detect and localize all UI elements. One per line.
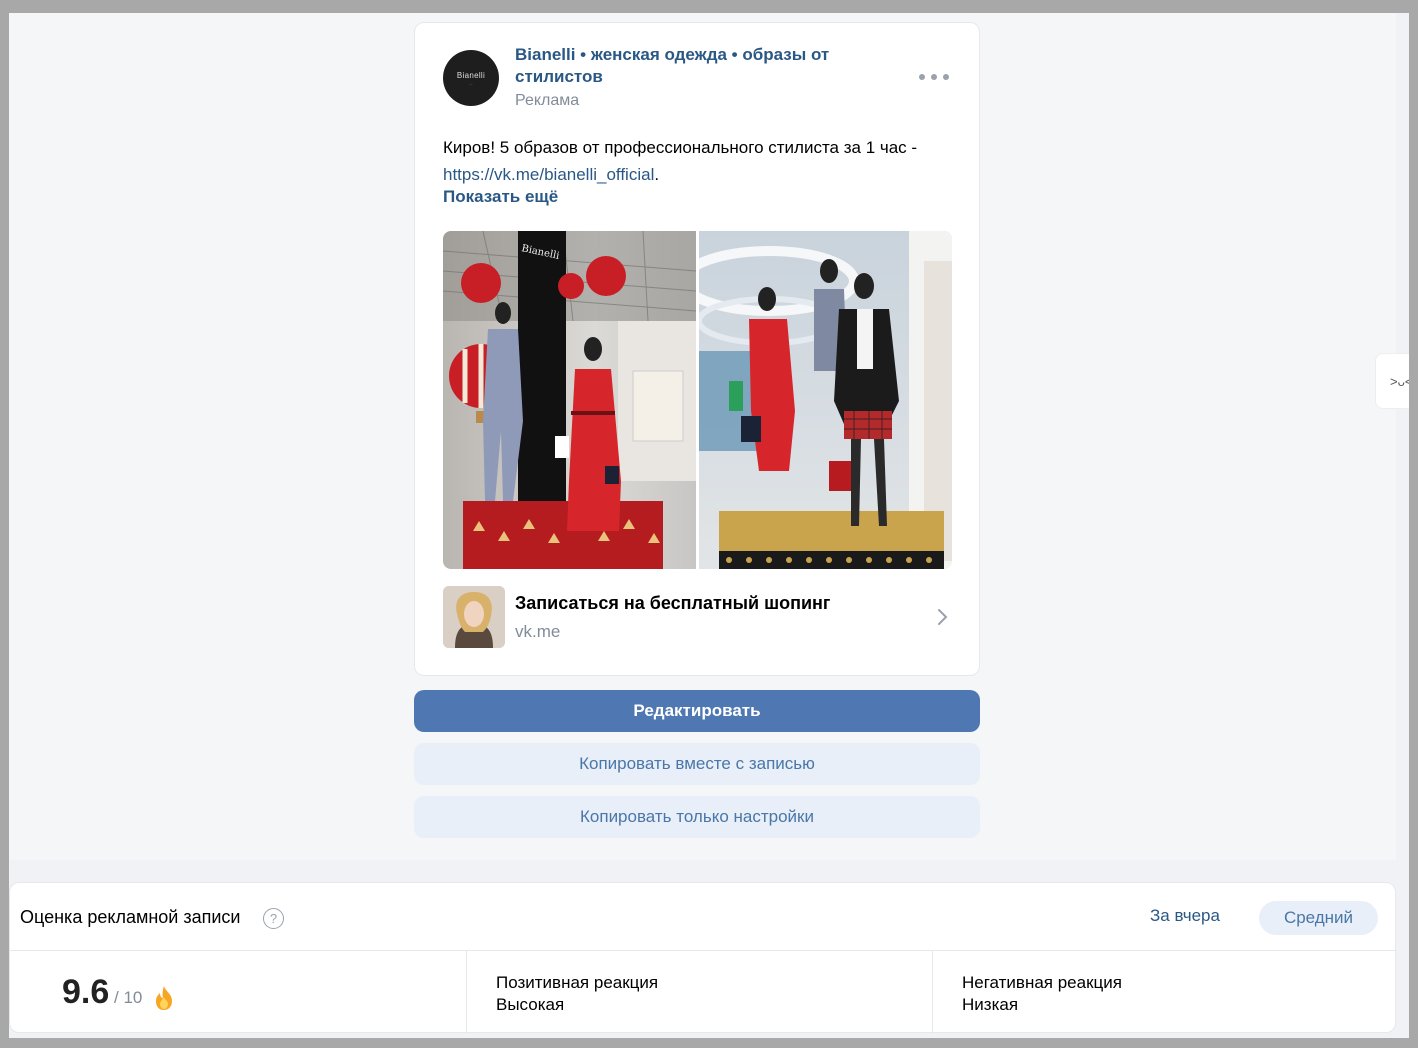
avatar-logo-text: Bianelli bbox=[456, 70, 486, 80]
post-text: Киров! 5 образов от профессионального ст… bbox=[443, 134, 943, 188]
more-options-icon[interactable] bbox=[919, 67, 949, 87]
edit-button[interactable]: Редактировать bbox=[414, 690, 980, 732]
positive-reaction-value: Высокая bbox=[496, 995, 565, 1014]
copy-settings-button[interactable]: Копировать только настройки bbox=[414, 796, 980, 838]
ad-preview-area: Bianelli — Bianelli • женская одежда • о… bbox=[9, 13, 1396, 860]
chevron-right-icon bbox=[938, 609, 948, 625]
post-link[interactable]: https://vk.me/bianelli_official bbox=[443, 165, 654, 184]
cta-title: Записаться на бесплатный шопинг bbox=[515, 593, 831, 613]
community-name-link[interactable]: Bianelli • женская одежда • образы от ст… bbox=[515, 44, 885, 88]
cta-thumbnail bbox=[443, 586, 505, 648]
score-cell: 9.6 / 10 bbox=[10, 951, 467, 1034]
negative-reaction-cell: Негативная реакция Низкая bbox=[933, 951, 1397, 1034]
rating-header: Оценка рекламной записи ? За вчера Средн… bbox=[10, 883, 1395, 951]
app-frame: Bianelli — Bianelli • женская одежда • о… bbox=[9, 13, 1409, 1038]
post-photo-2[interactable] bbox=[699, 231, 952, 569]
side-widget-label: >ᴗ< bbox=[1390, 373, 1409, 389]
avatar-logo-sub: — bbox=[469, 81, 473, 86]
post-text-before-link: Киров! 5 образов от профессионального ст… bbox=[443, 138, 918, 157]
ad-label: Реклама bbox=[515, 92, 580, 109]
score-value: 9.6 bbox=[62, 973, 110, 1011]
level-badge[interactable]: Средний bbox=[1259, 901, 1378, 935]
positive-reaction-label: Позитивная реакция bbox=[496, 973, 659, 992]
positive-reaction-cell: Позитивная реакция Высокая bbox=[467, 951, 933, 1034]
negative-reaction-label: Негативная реакция bbox=[962, 973, 1122, 992]
period-link[interactable]: За вчера bbox=[1150, 906, 1220, 926]
copy-with-post-button[interactable]: Копировать вместе с записью bbox=[414, 743, 980, 785]
community-avatar[interactable]: Bianelli — bbox=[443, 50, 499, 106]
negative-reaction-value: Низкая bbox=[962, 995, 1019, 1014]
ad-rating-panel: Оценка рекламной записи ? За вчера Средн… bbox=[9, 882, 1397, 1034]
rating-title: Оценка рекламной записи bbox=[20, 907, 241, 927]
show-more-link[interactable]: Показать ещё bbox=[443, 187, 558, 207]
ad-post-card: Bianelli — Bianelli • женская одежда • о… bbox=[414, 22, 980, 676]
cta-domain: vk.me bbox=[515, 622, 561, 641]
post-text-after-link: . bbox=[654, 165, 660, 184]
cta-link-block[interactable]: Записаться на бесплатный шопинг vk.me bbox=[443, 586, 953, 648]
score-max: / 10 bbox=[114, 988, 143, 1007]
side-widget-tab[interactable]: >ᴗ< bbox=[1375, 353, 1409, 409]
help-icon[interactable]: ? bbox=[263, 908, 284, 929]
post-photo-1[interactable]: Bianelli bbox=[443, 231, 696, 569]
fire-icon bbox=[156, 986, 172, 1010]
